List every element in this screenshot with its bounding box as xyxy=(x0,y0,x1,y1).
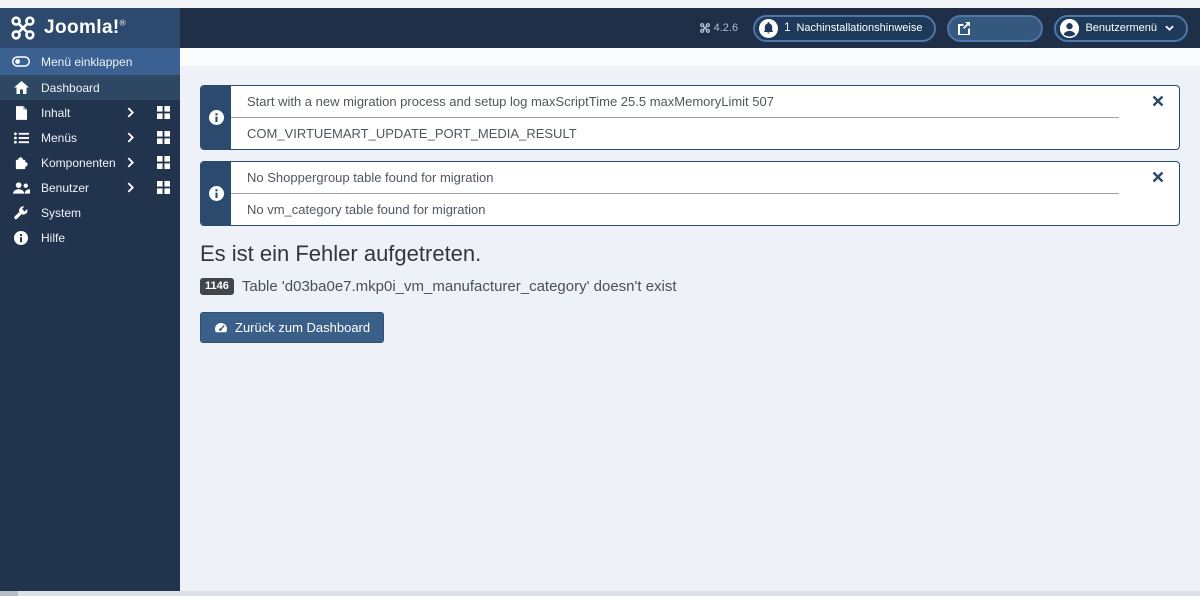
alert-message-line: COM_VIRTUEMART_UPDATE_PORT_MEDIA_RESULT xyxy=(231,117,1119,149)
wrench-icon xyxy=(12,205,30,220)
section-dashboard-grid-icon[interactable] xyxy=(157,156,170,169)
error-detail: 1146 Table 'd03ba0e7.mkp0i_vm_manufactur… xyxy=(200,278,1180,295)
alert-message-line: Start with a new migration process and s… xyxy=(247,94,774,109)
alert-messages: No Shoppergroup table found for migratio… xyxy=(231,162,1179,225)
error-code-badge: 1146 xyxy=(200,278,234,295)
sidebar-item-label: Menüs xyxy=(41,130,78,145)
topbar: 4.2.6 1 Nachinstallationshinweise Benutz… xyxy=(180,8,1200,48)
alert-info-icon xyxy=(201,86,231,149)
sidebar-item-label: Komponenten xyxy=(41,155,116,170)
close-icon[interactable] xyxy=(1150,93,1166,109)
list-icon xyxy=(12,131,30,144)
sidebar-item-dashboard[interactable]: Dashboard xyxy=(0,75,180,100)
sidebar-item-collapse-menu[interactable]: Menü einklappen xyxy=(0,48,180,75)
chevron-right-icon xyxy=(127,107,134,118)
close-icon[interactable] xyxy=(1150,169,1166,185)
chevron-right-icon xyxy=(127,132,134,143)
sidebar-item-label: Dashboard xyxy=(41,80,100,95)
chevron-right-icon xyxy=(127,157,134,168)
chevron-down-icon xyxy=(1165,25,1174,31)
main-content: Start with a new migration process and s… xyxy=(180,48,1200,591)
user-menu-button[interactable]: Benutzermenü xyxy=(1054,14,1188,42)
sidebar-item-label: Benutzer xyxy=(41,180,90,195)
section-dashboard-grid-icon[interactable] xyxy=(157,131,170,144)
sidebar-item-label: System xyxy=(41,205,82,220)
home-icon xyxy=(12,81,30,94)
sidebar-item-label: Menü einklappen xyxy=(41,54,133,69)
user-menu-label: Benutzermenü xyxy=(1085,22,1157,34)
scrollbar-corner xyxy=(0,591,18,596)
joomla-logo-icon xyxy=(11,16,35,40)
open-site-icon xyxy=(957,21,971,35)
brand-wordmark: Joomla!® xyxy=(44,17,126,38)
sidebar-item-label: Inhalt xyxy=(41,105,71,120)
alert-message-line: No Shoppergroup table found for migratio… xyxy=(247,170,494,185)
info-alert-tables: No Shoppergroup table found for migratio… xyxy=(200,161,1180,226)
sidebar-item-system[interactable]: System xyxy=(0,200,180,225)
sidebar-item-help[interactable]: Hilfe xyxy=(0,225,180,250)
sidebar: Menü einklappen Dashboard Inhalt Menüs K… xyxy=(0,48,180,591)
back-to-dashboard-button[interactable]: Zurück zum Dashboard xyxy=(200,312,385,343)
puzzle-icon xyxy=(12,155,30,170)
info-alert-migration: Start with a new migration process and s… xyxy=(200,85,1180,150)
browser-top-strip xyxy=(0,0,1200,8)
file-icon xyxy=(12,105,30,120)
toggle-icon xyxy=(12,56,30,67)
horizontal-scrollbar[interactable] xyxy=(0,591,1200,596)
admin-header: Joomla!® 4.2.6 1 Nachinstallationshinwei… xyxy=(0,8,1200,48)
error-message: Table 'd03ba0e7.mkp0i_vm_manufacturer_ca… xyxy=(241,278,677,295)
error-heading: Es ist ein Fehler aufgetreten. xyxy=(200,241,482,266)
dashboard-gauge-icon xyxy=(214,322,228,334)
section-dashboard-grid-icon[interactable] xyxy=(157,181,170,194)
sidebar-item-components[interactable]: Komponenten xyxy=(0,150,180,175)
alert-messages: Start with a new migration process and s… xyxy=(231,86,1179,149)
user-icon xyxy=(1060,18,1080,38)
notification-label: Nachinstallationshinweise xyxy=(796,22,923,34)
notification-count: 1 xyxy=(784,22,791,34)
alert-info-icon xyxy=(201,162,231,225)
info-icon xyxy=(12,230,30,245)
sidebar-item-users[interactable]: Benutzer xyxy=(0,175,180,200)
joomla-brand[interactable]: Joomla!® xyxy=(0,8,180,48)
back-button-label: Zurück zum Dashboard xyxy=(235,320,371,335)
joomla-mini-icon xyxy=(699,23,710,33)
alert-message-line: No vm_category table found for migration xyxy=(231,193,1119,225)
bell-icon xyxy=(759,18,779,38)
content-top-band xyxy=(180,48,1200,66)
sidebar-item-label: Hilfe xyxy=(41,230,66,245)
sidebar-item-menus[interactable]: Menüs xyxy=(0,125,180,150)
section-dashboard-grid-icon[interactable] xyxy=(157,106,170,119)
version-text: 4.2.6 xyxy=(713,22,739,34)
preview-site-button[interactable] xyxy=(947,14,1044,42)
joomla-version: 4.2.6 xyxy=(699,22,739,34)
chevron-right-icon xyxy=(127,182,134,193)
sidebar-item-content[interactable]: Inhalt xyxy=(0,100,180,125)
users-icon xyxy=(12,181,30,194)
post-installation-messages-button[interactable]: 1 Nachinstallationshinweise xyxy=(753,14,937,42)
